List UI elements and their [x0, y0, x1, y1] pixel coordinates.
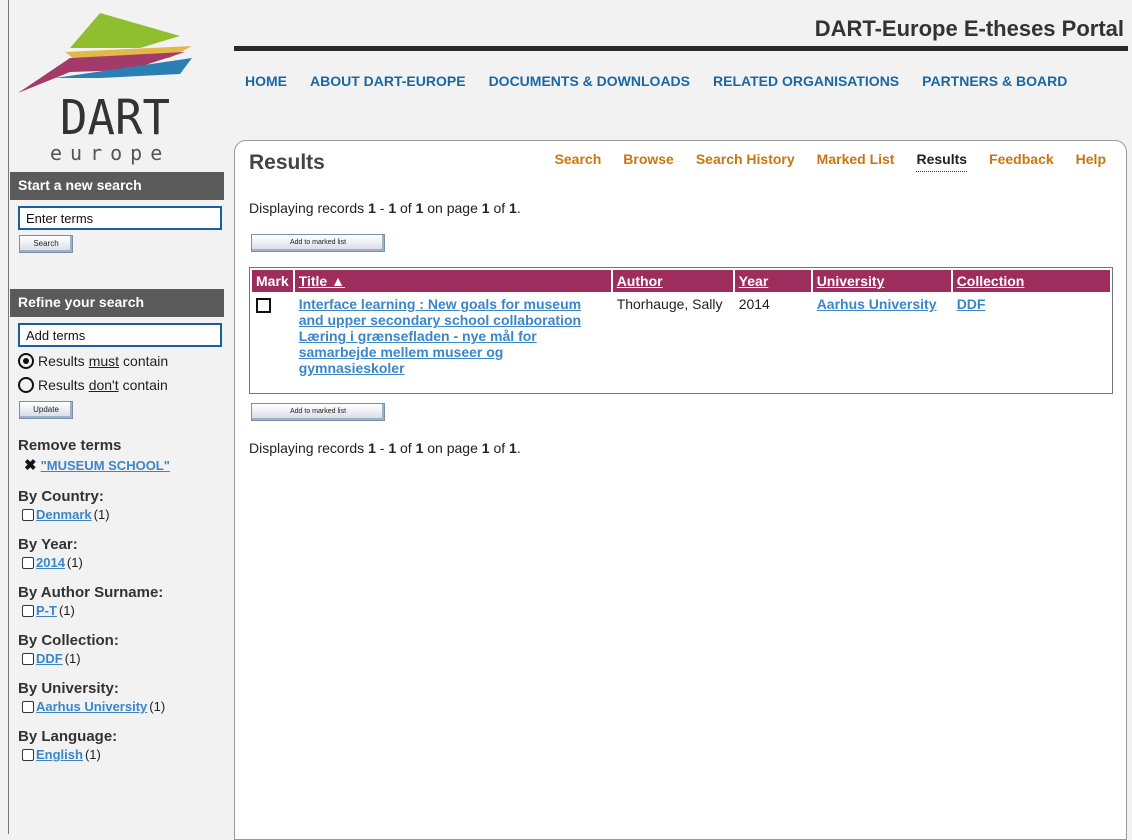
- facet-checkbox[interactable]: [22, 748, 34, 761]
- tab-marked-list[interactable]: Marked List: [817, 151, 895, 172]
- facet-year-heading: By Year:: [18, 536, 78, 553]
- page: DART europe DART-Europe E-theses Portal …: [0, 0, 1132, 840]
- site-title: DART-Europe E-theses Portal: [814, 16, 1124, 41]
- facet-university-link[interactable]: Aarhus University: [36, 699, 147, 714]
- facet-language-item: English (1): [22, 747, 224, 762]
- col-title[interactable]: Title ▲: [294, 270, 611, 292]
- facet-count: (1): [93, 507, 110, 522]
- results-subnav: Search Browse Search History Marked List…: [555, 151, 1106, 172]
- facet-collection-heading: By Collection:: [18, 632, 119, 649]
- col-collection[interactable]: Collection: [952, 270, 1110, 292]
- facet-author-link[interactable]: P-T: [36, 603, 57, 618]
- col-year[interactable]: Year: [734, 270, 811, 292]
- refine-terms-input[interactable]: [18, 323, 222, 347]
- facet-count: (1): [58, 603, 75, 618]
- remove-x-icon[interactable]: ✖: [24, 456, 37, 474]
- facet-language-link[interactable]: English: [36, 747, 83, 762]
- add-to-marked-list-button-top[interactable]: Add to marked list: [251, 234, 385, 252]
- facet-count: (1): [66, 555, 83, 570]
- facet-university-heading: By University:: [18, 680, 119, 697]
- search-button[interactable]: Search: [19, 235, 73, 253]
- nav-about[interactable]: ABOUT DART-EUROPE: [310, 73, 466, 89]
- col-university[interactable]: University: [812, 270, 951, 292]
- remove-terms-heading: Remove terms: [18, 437, 122, 454]
- facet-checkbox[interactable]: [22, 700, 34, 713]
- top-navigation: HOME ABOUT DART-EUROPE DOCUMENTS & DOWNL…: [245, 73, 1067, 89]
- mark-checkbox[interactable]: [256, 298, 271, 313]
- col-author[interactable]: Author: [612, 270, 733, 292]
- radio-selected-icon[interactable]: [18, 353, 34, 369]
- radio-unselected-icon[interactable]: [18, 377, 34, 393]
- facet-checkbox[interactable]: [22, 604, 34, 617]
- record-university-link[interactable]: Aarhus University: [817, 296, 937, 312]
- record-title-link[interactable]: Interface learning : New goals for museu…: [299, 296, 581, 376]
- facet-country-heading: By Country:: [18, 488, 104, 505]
- facet-university-item: Aarhus University (1): [22, 699, 224, 714]
- facet-collection-item: DDF (1): [22, 651, 224, 666]
- sidebar: Start a new search Search Refine your se…: [10, 172, 224, 762]
- remove-term-row: ✖ "MUSEUM SCHOOL": [24, 456, 224, 474]
- update-button[interactable]: Update: [19, 401, 73, 419]
- record-year: 2014: [738, 296, 770, 312]
- radio-must-contain[interactable]: Results must contain: [18, 351, 224, 371]
- facet-count: (1): [84, 747, 101, 762]
- record-author: Thorhauge, Sally: [616, 296, 723, 312]
- table-row: Interface learning : New goals for museu…: [252, 294, 1110, 378]
- logo-subword: europe: [50, 141, 170, 165]
- facet-author-item: P-T (1): [22, 603, 224, 618]
- records-summary-bottom: Displaying records 1 - 1 of 1 on page 1 …: [249, 440, 521, 456]
- nav-partners-board[interactable]: PARTNERS & BOARD: [922, 73, 1067, 89]
- col-mark: Mark: [252, 270, 293, 292]
- record-collection-link[interactable]: DDF: [957, 296, 986, 312]
- nav-home[interactable]: HOME: [245, 73, 287, 89]
- refine-search-heading: Refine your search: [10, 289, 224, 317]
- tab-search-history[interactable]: Search History: [696, 151, 795, 172]
- facet-language-heading: By Language:: [18, 728, 118, 745]
- facet-country-item: Denmark (1): [22, 507, 224, 522]
- tab-search[interactable]: Search: [555, 151, 602, 172]
- facet-checkbox[interactable]: [22, 508, 34, 521]
- page-title: Results: [249, 151, 325, 174]
- tab-feedback[interactable]: Feedback: [989, 151, 1054, 172]
- facet-year-item: 2014 (1): [22, 555, 224, 570]
- table-header-row: Mark Title ▲ Author Year University Coll…: [252, 270, 1110, 292]
- new-search-heading: Start a new search: [10, 172, 224, 200]
- facet-collection-link[interactable]: DDF: [36, 651, 63, 666]
- radio-dont-contain[interactable]: Results don't contain: [18, 375, 224, 395]
- nav-documents[interactable]: DOCUMENTS & DOWNLOADS: [489, 73, 690, 89]
- facet-count: (1): [149, 699, 166, 714]
- facet-author-heading: By Author Surname:: [18, 584, 164, 601]
- left-border: [8, 0, 9, 834]
- records-summary-top: Displaying records 1 - 1 of 1 on page 1 …: [249, 200, 521, 216]
- dart-europe-logo[interactable]: DART europe: [10, 8, 220, 168]
- facet-checkbox[interactable]: [22, 556, 34, 569]
- tab-browse[interactable]: Browse: [623, 151, 674, 172]
- logo-wordmark: DART: [60, 90, 170, 146]
- header-divider: [234, 46, 1128, 51]
- remove-term-link[interactable]: "MUSEUM SCHOOL": [41, 458, 170, 473]
- tab-results[interactable]: Results: [916, 151, 968, 172]
- facet-checkbox[interactable]: [22, 652, 34, 665]
- results-table: Mark Title ▲ Author Year University Coll…: [249, 267, 1113, 394]
- tab-help[interactable]: Help: [1076, 151, 1106, 172]
- new-search-input[interactable]: [18, 206, 222, 230]
- facet-year-link[interactable]: 2014: [36, 555, 65, 570]
- nav-related-organisations[interactable]: RELATED ORGANISATIONS: [713, 73, 899, 89]
- add-to-marked-list-button-bottom[interactable]: Add to marked list: [251, 403, 385, 421]
- results-panel: Results Search Browse Search History Mar…: [234, 140, 1127, 840]
- facet-country-link[interactable]: Denmark: [36, 507, 92, 522]
- facet-count: (1): [64, 651, 81, 666]
